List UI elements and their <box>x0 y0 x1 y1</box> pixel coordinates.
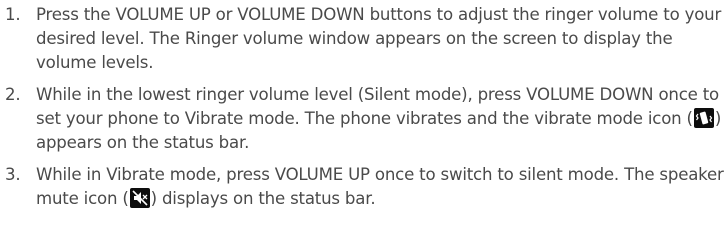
step-3: 3. While in Vibrate mode, press VOLUME U… <box>0 163 724 211</box>
step-1: 1. Press the VOLUME UP or VOLUME DOWN bu… <box>0 3 724 75</box>
step-number: 3. <box>5 165 21 184</box>
step-text-before-icon: While in the lowest ringer volume level … <box>36 85 719 128</box>
step-number: 1. <box>5 5 21 24</box>
step-number: 2. <box>5 85 21 104</box>
vibrate-mode-icon <box>693 108 714 128</box>
instruction-steps: 1. Press the VOLUME UP or VOLUME DOWN bu… <box>0 3 724 219</box>
step-2: 2. While in the lowest ringer volume lev… <box>0 83 724 155</box>
step-text-after-icon: ) displays on the status bar. <box>150 189 376 208</box>
step-text: Press the VOLUME UP or VOLUME DOWN butto… <box>36 5 722 72</box>
speaker-mute-icon <box>129 188 150 208</box>
